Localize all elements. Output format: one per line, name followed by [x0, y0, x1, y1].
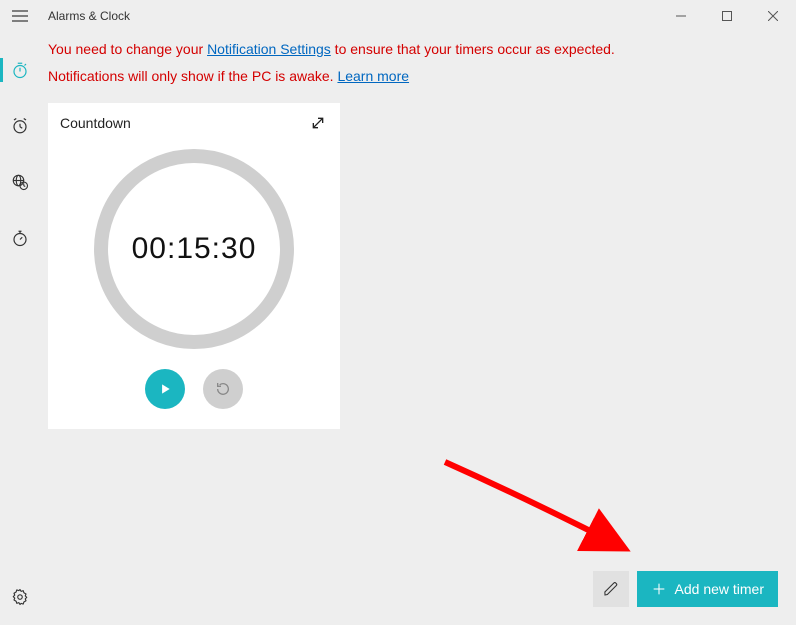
alarm-icon	[11, 117, 29, 135]
minimize-icon	[676, 11, 686, 21]
content-area: You need to change your Notification Set…	[48, 36, 786, 615]
hamburger-menu-button[interactable]	[0, 0, 40, 32]
expand-button[interactable]	[310, 115, 326, 136]
timer-time-display: 00:15:30	[132, 232, 257, 266]
add-new-timer-button[interactable]: Add new timer	[637, 571, 778, 607]
timer-card[interactable]: Countdown 00:15:30	[48, 103, 340, 429]
sidebar-item-stopwatch[interactable]	[0, 220, 40, 256]
minimize-button[interactable]	[658, 0, 704, 32]
add-new-timer-label: Add new timer	[675, 581, 764, 597]
bottom-action-bar: Add new timer	[593, 571, 778, 607]
world-clock-icon	[11, 173, 29, 191]
app-title: Alarms & Clock	[48, 9, 130, 23]
notification-settings-link[interactable]: Notification Settings	[207, 41, 331, 57]
gear-icon	[11, 588, 29, 606]
maximize-button[interactable]	[704, 0, 750, 32]
maximize-icon	[722, 11, 732, 21]
sidebar-item-timer[interactable]	[0, 52, 40, 88]
play-icon	[158, 382, 172, 396]
sidebar-item-settings[interactable]	[0, 579, 40, 615]
notice-text3: Notifications will only show if the PC i…	[48, 68, 337, 84]
timer-progress-ring: 00:15:30	[94, 149, 294, 349]
pencil-icon	[603, 581, 619, 597]
plus-icon	[651, 581, 667, 597]
timer-ring-container: 00:15:30	[60, 149, 328, 349]
notice-text1: You need to change your	[48, 41, 207, 57]
timer-name: Countdown	[60, 115, 328, 131]
sidebar	[0, 32, 40, 625]
timer-icon	[11, 61, 29, 79]
edit-timers-button[interactable]	[593, 571, 629, 607]
close-button[interactable]	[750, 0, 796, 32]
reset-button[interactable]	[203, 369, 243, 409]
learn-more-link[interactable]: Learn more	[337, 68, 409, 84]
notice-text2: to ensure that your timers occur as expe…	[331, 41, 615, 57]
close-icon	[768, 11, 778, 21]
timer-controls	[60, 369, 328, 409]
stopwatch-icon	[11, 229, 29, 247]
expand-icon	[310, 115, 326, 131]
sidebar-item-alarm[interactable]	[0, 108, 40, 144]
play-button[interactable]	[145, 369, 185, 409]
notification-warning: You need to change your Notification Set…	[48, 36, 786, 89]
hamburger-icon	[12, 10, 28, 22]
window-controls	[658, 0, 796, 32]
sidebar-item-world-clock[interactable]	[0, 164, 40, 200]
reset-icon	[215, 381, 231, 397]
